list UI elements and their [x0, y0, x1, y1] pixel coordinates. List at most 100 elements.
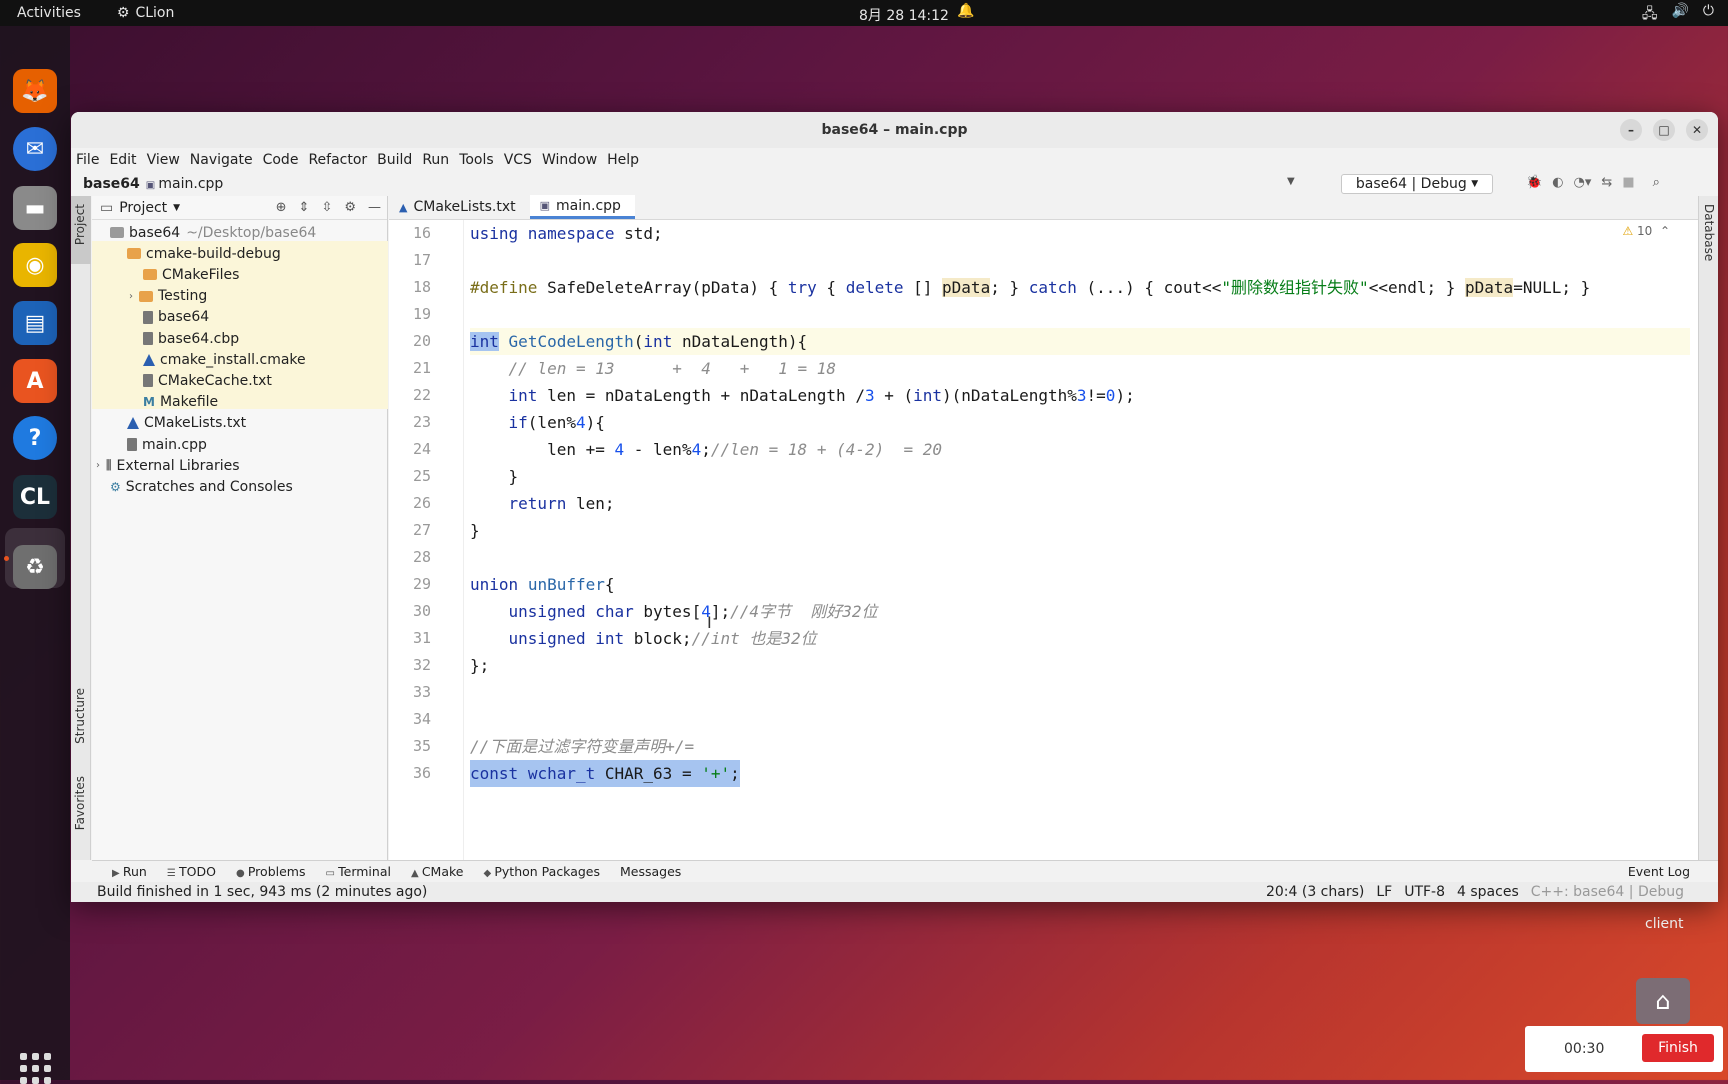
clion-icon[interactable]: CL: [13, 475, 57, 519]
code-line: };: [470, 656, 490, 675]
menu-code[interactable]: Code: [263, 152, 299, 168]
thunderbird-icon[interactable]: ✉: [13, 127, 57, 171]
bottom-tab-icon: ●: [235, 868, 248, 879]
stop-icon[interactable]: ■: [1622, 175, 1634, 190]
finish-button[interactable]: Finish: [1642, 1034, 1714, 1062]
expand-chevron-icon[interactable]: ›: [129, 291, 133, 302]
line-number: 16: [412, 224, 431, 242]
files-icon[interactable]: ▬: [13, 186, 57, 230]
tree-item[interactable]: CMakeFiles: [143, 264, 239, 285]
bottom-tab-problems[interactable]: ● Problems: [236, 864, 306, 879]
tree-item[interactable]: main.cpp: [127, 434, 207, 455]
coverage-icon[interactable]: ◐: [1552, 175, 1563, 190]
rhythmbox-icon[interactable]: ◉: [13, 243, 57, 287]
attach-icon[interactable]: ⇆: [1601, 175, 1612, 190]
line-separator[interactable]: LF: [1376, 884, 1392, 900]
tree-item[interactable]: base64.cbp: [143, 328, 239, 349]
menu-view[interactable]: View: [147, 152, 180, 168]
tree-item[interactable]: cmake_install.cmake: [143, 349, 306, 370]
menu-tools[interactable]: Tools: [459, 152, 494, 168]
bottom-tab-terminal[interactable]: ▭ Terminal: [325, 864, 390, 879]
software-icon[interactable]: A: [13, 359, 57, 403]
file-encoding[interactable]: UTF-8: [1404, 884, 1445, 900]
editor-tab[interactable]: ▲ CMakeLists.txt: [389, 195, 530, 219]
search-everywhere-icon[interactable]: ⌕: [1653, 175, 1660, 190]
writer-icon[interactable]: ▤: [13, 301, 57, 345]
resolve-context[interactable]: C++: base64 | Debug: [1531, 884, 1684, 900]
menu-build[interactable]: Build: [377, 152, 412, 168]
home-folder-icon[interactable]: ⌂: [1636, 978, 1690, 1024]
bottom-tab-run[interactable]: ▶ Run: [112, 864, 147, 879]
project-panel-title[interactable]: Project: [119, 200, 167, 216]
collapse-all-icon[interactable]: ⇳: [321, 200, 332, 215]
profile-icon[interactable]: ◔▾: [1574, 175, 1592, 190]
clock[interactable]: 8月 28 14:12: [859, 5, 949, 25]
bottom-tab-messages[interactable]: Messages: [620, 864, 681, 879]
breadcrumb-file[interactable]: ▣ main.cpp: [146, 176, 224, 192]
bottom-tab-cmake[interactable]: ▲ CMake: [411, 864, 464, 879]
tree-item[interactable]: base64: [143, 307, 209, 328]
database-tool-tab[interactable]: Database: [1702, 204, 1716, 261]
debug-icon[interactable]: 🐞: [1526, 175, 1542, 190]
menu-window[interactable]: Window: [542, 152, 597, 168]
run-configuration-select[interactable]: base64 | Debug ▼: [1341, 174, 1493, 194]
status-message[interactable]: Build finished in 1 sec, 943 ms (2 minut…: [97, 884, 427, 900]
bottom-tab-todo[interactable]: ☰ TODO: [167, 864, 216, 879]
menu-run[interactable]: Run: [422, 152, 449, 168]
minimize-button[interactable]: –: [1620, 119, 1642, 141]
inspection-widget[interactable]: ⚠ 10 ⌃: [1622, 224, 1670, 238]
maximize-button[interactable]: □: [1653, 119, 1675, 141]
tree-item[interactable]: › Testing: [129, 286, 207, 307]
indent-setting[interactable]: 4 spaces: [1457, 884, 1519, 900]
code-area[interactable]: using namespace std; #define SafeDeleteA…: [470, 220, 1690, 860]
tree-item[interactable]: CMakeLists.txt: [127, 413, 246, 434]
tree-item[interactable]: › ⫼ External Libraries: [96, 455, 240, 476]
menu-refactor[interactable]: Refactor: [308, 152, 367, 168]
locate-icon[interactable]: ⊕: [276, 200, 287, 215]
file-icon: [127, 438, 137, 451]
trash-icon[interactable]: ♻: [13, 545, 57, 589]
firefox-icon[interactable]: 🦊: [13, 69, 57, 113]
top-bar: Activities ⚙ CLion 8月 28 14:12 🔔 🖧 🔊 ⏻: [0, 0, 1728, 26]
close-button[interactable]: ✕: [1686, 119, 1708, 141]
tree-item[interactable]: CMakeCache.txt: [143, 370, 272, 391]
breadcrumb-project[interactable]: base64: [83, 176, 140, 192]
editor-tab[interactable]: ▣ main.cpp: [529, 195, 635, 219]
line-number: 25: [412, 467, 431, 485]
navbar-dropdown-icon[interactable]: ▼: [1287, 176, 1295, 187]
clion-small-icon: ⚙: [116, 5, 130, 21]
code-line: len += 4 - len%4;//len = 18 + (4-2) = 20: [470, 440, 943, 459]
desktop-folder-label[interactable]: client: [1645, 916, 1683, 932]
caret-position[interactable]: 20:4 (3 chars): [1266, 884, 1364, 900]
menu-vcs[interactable]: VCS: [504, 152, 532, 168]
tree-item[interactable]: M Makefile: [143, 392, 218, 413]
run-toolbar: 🐞 ◐ ◔▾ ⇆ ■ ⌕: [1526, 175, 1660, 190]
app-menu[interactable]: ⚙ CLion: [117, 5, 174, 21]
folder-icon: [139, 290, 153, 302]
tree-item[interactable]: cmake-build-debug: [127, 243, 281, 264]
settings-gear-icon[interactable]: ⚙: [344, 200, 356, 215]
show-apps-icon[interactable]: [20, 1053, 51, 1084]
bottom-tab-python-packages[interactable]: ◆ Python Packages: [484, 864, 601, 879]
expand-chevron-icon[interactable]: ›: [96, 460, 100, 471]
help-icon[interactable]: ?: [13, 416, 57, 460]
tree-item[interactable]: ⚙ Scratches and Consoles: [110, 476, 293, 497]
dock: 🦊 ✉ ▬ ◉ ▤ A? CL ♻: [0, 26, 70, 1084]
expand-all-icon[interactable]: ⇕: [299, 200, 310, 215]
menu-navigate[interactable]: Navigate: [190, 152, 253, 168]
favorites-tool-tab[interactable]: Favorites: [73, 776, 87, 830]
menu-help[interactable]: Help: [607, 152, 639, 168]
hide-panel-icon[interactable]: —: [368, 200, 381, 215]
menu-edit[interactable]: Edit: [109, 152, 136, 168]
structure-tool-tab[interactable]: Structure: [73, 688, 87, 744]
title-bar[interactable]: base64 – main.cpp – □ ✕: [71, 112, 1718, 148]
running-indicator: [4, 556, 9, 561]
window-title: base64 – main.cpp: [821, 122, 968, 138]
project-tool-tab[interactable]: Project: [73, 204, 87, 245]
event-log-button[interactable]: Event Log: [1628, 864, 1690, 879]
project-view-dropdown-icon[interactable]: ▼: [173, 203, 180, 213]
system-tray[interactable]: 🖧 🔊 ⏻: [1642, 3, 1714, 27]
activities-button[interactable]: Activities: [17, 5, 81, 21]
tree-item[interactable]: base64 ~/Desktop/base64: [110, 222, 316, 243]
menu-file[interactable]: File: [76, 152, 99, 168]
